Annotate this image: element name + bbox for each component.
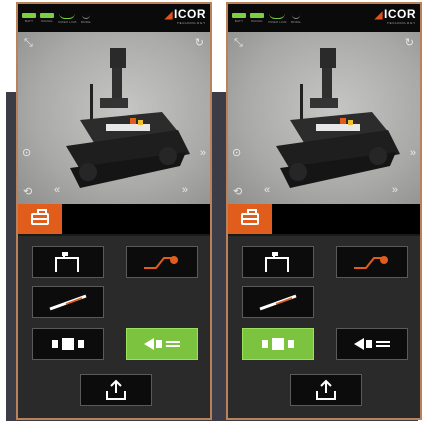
wave-icon [269, 13, 286, 19]
status-bar: BATT SIGNAL VIDEO LINK MODE ◢ICOR TECHNO… [228, 4, 420, 32]
refresh-icon[interactable]: ⟲ [233, 187, 242, 198]
control-panel [18, 234, 210, 418]
fullscreen-icon[interactable]: ⤡ [234, 38, 243, 49]
video-indicator: VIDEO LINK [58, 13, 77, 24]
logo-mark-icon: ◢ [374, 10, 383, 21]
battery-icon [22, 13, 36, 18]
tool-reverse[interactable] [126, 328, 198, 360]
laser-button[interactable] [242, 286, 314, 318]
brand-name: ICOR [384, 7, 416, 21]
upload-button[interactable] [80, 374, 152, 406]
toolbox-icon [31, 209, 49, 225]
fullscreen-icon[interactable]: ⤡ [24, 38, 33, 49]
tool-tabs [18, 204, 210, 234]
signal-indicator: SIGNAL [40, 13, 54, 23]
device-screen-left: BATT SIGNAL VIDEO LINK MODE ◢ICOR TECHNO… [16, 2, 212, 420]
toolbox-icon [241, 209, 259, 225]
signal-icon [40, 13, 54, 18]
arm-icon [354, 256, 388, 269]
brand-logo: ◢ICOR TECHNOLOGY [165, 7, 206, 25]
disruptor-icon [354, 338, 390, 350]
zoom-icon[interactable]: ⊙ [232, 148, 241, 159]
laser-icon [259, 294, 297, 311]
battery-indicator: BATT [232, 13, 246, 23]
upload-icon [316, 379, 336, 400]
logo-mark-icon: ◢ [164, 10, 173, 21]
signal-icon [250, 13, 264, 18]
mode-icon [81, 13, 90, 19]
gripper-button[interactable] [242, 246, 314, 278]
tool-tabs [228, 204, 420, 234]
tool-reverse[interactable] [336, 328, 408, 360]
battery-label: BATT [234, 19, 244, 23]
battery-indicator: BATT [22, 13, 36, 23]
tool-forward[interactable] [32, 328, 104, 360]
toolbox-tab[interactable] [18, 204, 62, 234]
disruptor-active-icon [144, 338, 180, 350]
brand-tagline: TECHNOLOGY [386, 21, 416, 25]
disruptor-active-icon [262, 338, 294, 350]
toolbox-tab[interactable] [228, 204, 272, 234]
video-label: VIDEO LINK [268, 19, 287, 24]
laser-button[interactable] [32, 286, 104, 318]
battery-label: BATT [24, 19, 34, 23]
upload-icon [106, 379, 126, 400]
arm-button[interactable] [336, 246, 408, 278]
video-label: VIDEO LINK [58, 19, 77, 24]
rotate-icon[interactable]: ↻ [195, 38, 204, 49]
camera-view[interactable]: ⤡ ↻ ⊙ » ⟲ « » [18, 32, 210, 204]
gripper-icon [265, 252, 289, 272]
battery-icon [232, 13, 246, 18]
laser-icon [49, 294, 87, 311]
gripper-icon [55, 252, 79, 272]
brand-tagline: TECHNOLOGY [176, 21, 206, 25]
arm-icon [144, 256, 178, 269]
gripper-button[interactable] [32, 246, 104, 278]
video-indicator: VIDEO LINK [268, 13, 287, 24]
brand-name: ICOR [174, 7, 206, 21]
status-bar: BATT SIGNAL VIDEO LINK MODE ◢ICOR TECHNO… [18, 4, 210, 32]
chevron-icon[interactable]: » [200, 148, 206, 159]
robot-image [66, 48, 190, 188]
signal-label: SIGNAL [40, 19, 54, 23]
upload-button[interactable] [290, 374, 362, 406]
mode-indicator: MODE [81, 13, 91, 24]
camera-view[interactable]: ⤡ ↻ ⊙ » ⟲ « » [228, 32, 420, 204]
mode-indicator: MODE [291, 13, 301, 24]
mode-label: MODE [290, 19, 301, 24]
rotate-icon[interactable]: ↻ [405, 38, 414, 49]
zoom-icon[interactable]: ⊙ [22, 148, 31, 159]
brand-logo: ◢ICOR TECHNOLOGY [375, 7, 416, 25]
mode-label: MODE [80, 19, 91, 24]
signal-label: SIGNAL [250, 19, 264, 23]
wave-icon [59, 13, 76, 19]
disruptor-icon [52, 338, 84, 350]
device-screen-right: BATT SIGNAL VIDEO LINK MODE ◢ICOR TECHNO… [226, 2, 422, 420]
control-panel [228, 234, 420, 418]
mode-icon [291, 13, 300, 19]
robot-image [276, 48, 400, 188]
signal-indicator: SIGNAL [250, 13, 264, 23]
chevron-icon[interactable]: » [410, 148, 416, 159]
arm-button[interactable] [126, 246, 198, 278]
tool-forward[interactable] [242, 328, 314, 360]
refresh-icon[interactable]: ⟲ [23, 187, 32, 198]
